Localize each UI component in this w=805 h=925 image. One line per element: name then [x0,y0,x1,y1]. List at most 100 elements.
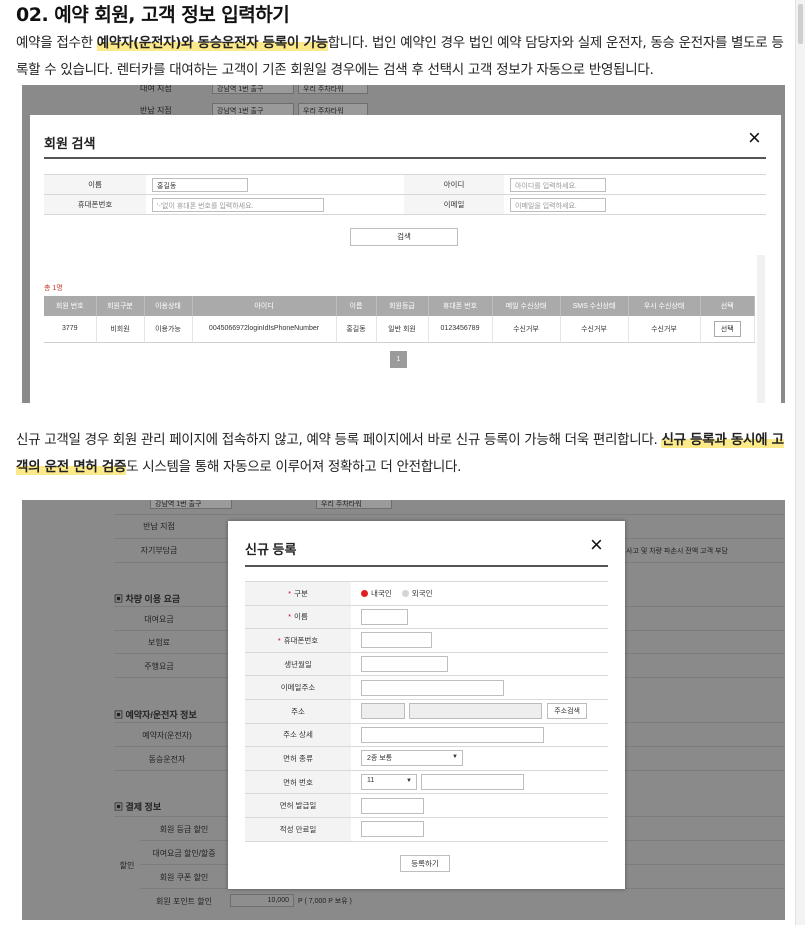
birth-input[interactable] [361,656,448,673]
col-member-no: 회원 번호 [44,296,97,316]
col-name: 이름 [336,296,377,316]
cell-mail: 수신거부 [492,316,561,343]
cell-id: 0045066972loginIdIsPhoneNumber [192,316,337,343]
email-label: 이메일 [404,194,504,215]
required-mark: * [288,588,292,598]
cell-phone: 0123456789 [428,316,493,343]
intro-paragraph: 예약을 접수한 예약자(운전자)와 동승운전자 등록이 가능합니다. 법인 예약… [16,30,791,84]
license-no-input[interactable] [421,774,525,791]
chevron-down-icon: ▼ [406,778,412,785]
scrollbar-thumb[interactable] [798,4,803,44]
cell-sms: 수신거부 [560,316,629,343]
phone-input[interactable] [361,632,432,649]
col-status: 이용상태 [144,296,193,316]
bg-usage-heading: ▣ 차량 이용 요금 [114,594,181,604]
select-button[interactable]: 선택 [713,320,741,337]
registration-form: * 구분 내국인 외국인 * 이름 * 휴대폰번호 생년월일 이메일주소 주소 … [245,581,608,842]
bg-rental-branch-select: 강남역 1번 출구 [212,85,294,94]
address-input[interactable] [409,703,543,720]
address-label: 주소 [245,699,351,724]
name-input[interactable]: 홍길동 [152,177,248,192]
col-post: 우시 수신상태 [628,296,701,316]
section-title: 02. 예약 회원, 고객 정보 입력하기 [16,4,290,26]
cell-name: 홍길동 [336,316,377,343]
email-input[interactable] [361,679,504,696]
bg-deductible-note: 사고 및 차량 파손시 전액 고객 부담 [626,548,728,555]
cell-member-no: 3779 [44,316,97,343]
required-mark: * [277,635,281,645]
col-select: 선택 [700,296,755,316]
zipcode-input[interactable] [361,703,405,720]
license-issue-label: 면허 발급일 [245,793,351,818]
bg-driver-heading: ▣ 예약자/운전자 정보 [114,710,197,720]
id-label: 아이디 [404,174,504,195]
bg-member-discount-label: 회원 등급 할인 [159,825,209,834]
close-icon[interactable]: × [590,534,603,556]
new-text-2: 도 시스템을 통해 자동으로 이루어져 정확하고 더 안전합니다. [126,459,462,475]
bg-rental-branch-select: 강남역 1번 출구 [150,500,232,509]
bg-coupon-label: 회원 쿠폰 할인 [159,873,209,882]
member-search-screenshot: 대여 지점 강남역 1번 출구 우리 주차타워 반납 지점 강남역 1번 출구 … [22,85,785,403]
aptitude-input[interactable] [361,821,424,838]
address-detail-input[interactable] [361,726,544,743]
total-count: 총 1명 [44,285,63,292]
bg-discount-label: 할인 [119,861,135,870]
aptitude-label: 적성 만료일 [245,817,351,842]
bg-rental-branch-label: 대여 지점 [140,85,172,93]
license-region-value: 11 [367,777,375,785]
license-type-value: 2종 보통 [367,755,393,763]
chevron-down-icon: ▼ [452,754,458,761]
email-input[interactable]: 이메일을 입력하세요. [510,197,606,212]
radio-foreign[interactable] [401,590,409,598]
col-phone: 휴대폰 번호 [428,296,493,316]
name-input[interactable] [361,608,408,625]
page-1-button[interactable]: 1 [390,351,407,368]
cell-member-type: 비회원 [96,316,145,343]
required-mark: * [288,612,292,622]
bg-insurance-label: 보험료 [147,638,171,647]
license-issue-input[interactable] [361,797,424,814]
license-no-label: 면허 번호 [245,770,351,795]
birth-label: 생년월일 [245,652,351,677]
id-input[interactable]: 아이디를 입력하세요. [510,177,606,192]
col-member-type: 회원구분 [96,296,145,316]
radio-domestic-label: 내국인 [371,588,392,598]
bg-points-input: 10,000 [230,894,294,907]
address-search-button[interactable]: 주소검색 [547,703,587,720]
results-scrollbar[interactable] [757,255,765,403]
register-button[interactable]: 등록하기 [400,855,450,872]
search-button[interactable]: 검색 [350,228,458,246]
close-icon[interactable]: × [748,127,761,149]
page-scrollbar[interactable] [795,0,805,925]
bg-rental-discount-label: 대여요금 할인/할증 [152,849,216,858]
cell-grade: 일반 회원 [376,316,429,343]
address-detail-label: 주소 상세 [245,723,351,748]
phone-label: 휴대폰번호 [283,635,319,645]
bg-co-driver-label: 동승운전자 [148,755,186,764]
phone-input[interactable]: '-'없이 휴대폰 번호를 입력하세요. [152,197,324,212]
bg-rental-lot-select: 우리 주차타워 [316,500,392,509]
bg-divider [114,514,785,515]
table-row: 3779 비회원 이용가능 0045066972loginIdIsPhoneNu… [44,316,755,343]
radio-domestic[interactable] [361,590,368,598]
cell-post: 수신거부 [628,316,701,343]
bg-driving-fee-label: 주행요금 [144,662,174,671]
license-type-label: 면허 종류 [245,746,351,771]
new-registration-screenshot: 강남역 1번 출구 우리 주차타워 반납 지점 자기부담금 사고 및 차량 파손… [22,500,785,920]
license-region-select[interactable]: 11 ▼ [361,774,417,791]
col-mail: 메일 수신상태 [492,296,561,316]
new-member-paragraph: 신규 고객일 경우 회원 관리 페이지에 접속하지 않고, 예약 등록 페이지에… [16,427,791,481]
new-text-1: 신규 고객일 경우 회원 관리 페이지에 접속하지 않고, 예약 등록 페이지에… [16,432,662,448]
type-label: 구분 [294,588,308,598]
email-label: 이메일주소 [245,675,351,700]
modal-title: 신규 등록 [245,542,297,557]
bg-payment-heading: ▣ 결제 정보 [114,802,162,812]
search-form: 이름 홍길동 아이디 아이디를 입력하세요. 휴대폰번호 '-'없이 휴대폰 번… [44,174,766,215]
title-divider [245,565,608,567]
bg-points-note: P ( 7,000 P 보유 ) [298,898,352,905]
col-sms: SMS 수신상태 [560,296,629,316]
license-type-select[interactable]: 2종 보통 ▼ [361,750,463,767]
new-registration-modal: 신규 등록 × * 구분 내국인 외국인 * 이름 * 휴대폰번호 생년월일 이… [228,521,625,889]
col-grade: 회원등급 [376,296,429,316]
member-search-modal: 회원 검색 × 이름 홍길동 아이디 아이디를 입력하세요. 휴대폰번호 '-'… [30,115,781,403]
